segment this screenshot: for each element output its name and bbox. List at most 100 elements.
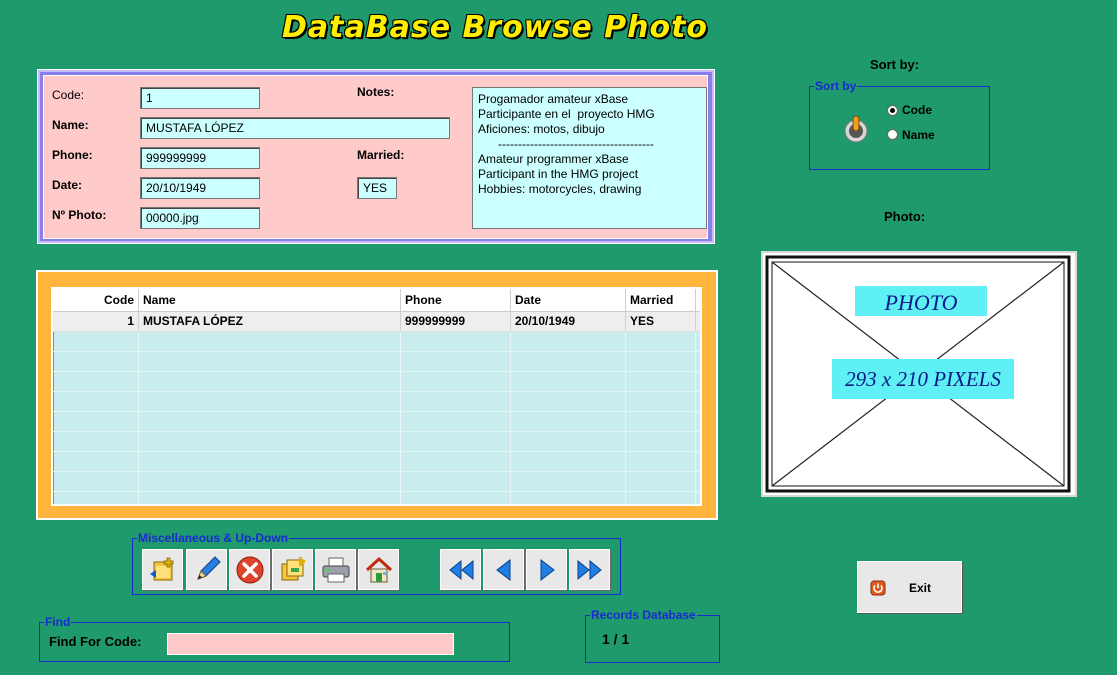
edit-button[interactable] [186, 549, 227, 590]
empty-cell [139, 432, 401, 451]
photo-number-field[interactable]: 00000.jpg [140, 207, 260, 229]
notes-line: Progamador amateur xBase [478, 92, 629, 106]
new-record-button[interactable] [142, 549, 183, 590]
empty-cell [626, 472, 696, 491]
photo-label-bottom: 293 x 210 PIXELS [845, 367, 1001, 391]
table-row[interactable]: 1 MUSTAFA LÓPEZ 999999999 20/10/1949 YES [53, 312, 700, 332]
empty-cell [401, 332, 511, 351]
sort-name-label[interactable]: Name [902, 128, 935, 142]
empty-cell [626, 372, 696, 391]
sort-code-label[interactable]: Code [902, 103, 932, 117]
empty-cell [511, 452, 626, 471]
sort-legend: Sort by [814, 79, 858, 93]
first-record-button[interactable] [440, 549, 481, 590]
name-label: Name: [52, 118, 89, 132]
record-panel: Code: 1 Name: MUSTAFA LÓPEZ Phone: 99999… [37, 69, 715, 244]
empty-cell [511, 492, 626, 504]
empty-row [53, 432, 700, 452]
sort-code-radio[interactable] [887, 105, 898, 116]
empty-cell [53, 392, 139, 411]
printer-icon [322, 557, 349, 582]
empty-cell [53, 412, 139, 431]
notes-line: Aficiones: motos, dibujo [478, 122, 605, 136]
sort-title: Sort by: [870, 57, 920, 72]
phone-field[interactable]: 999999999 [140, 147, 260, 169]
column-header-phone[interactable]: Phone [401, 289, 511, 311]
photo-number-label: Nº Photo: [52, 208, 107, 222]
empty-cell [401, 412, 511, 431]
cell-date: 20/10/1949 [511, 312, 626, 331]
empty-cell [139, 332, 401, 351]
empty-cell [53, 372, 139, 391]
next-record-button[interactable] [526, 549, 567, 590]
cell-name: MUSTAFA LÓPEZ [139, 312, 401, 331]
home-button[interactable] [358, 549, 399, 590]
sort-name-radio[interactable] [887, 129, 898, 140]
new-record-icon [149, 557, 173, 580]
empty-cell [53, 352, 139, 371]
photo-label-top: PHOTO [884, 290, 958, 315]
delete-button[interactable] [229, 549, 270, 590]
empty-row [53, 472, 700, 492]
print-button[interactable] [315, 549, 356, 590]
column-header-date[interactable]: Date [511, 289, 626, 311]
empty-row [53, 372, 700, 392]
cell-code: 1 [53, 312, 139, 331]
window-title: DataBase Browse Photo [282, 10, 709, 45]
date-field[interactable]: 20/10/1949 [140, 177, 260, 199]
empty-cell [53, 492, 139, 504]
column-header-name[interactable]: Name [139, 289, 401, 311]
last-record-icon [577, 559, 602, 580]
empty-row [53, 352, 700, 372]
married-field[interactable]: YES [357, 177, 397, 199]
empty-row [53, 412, 700, 432]
empty-cell [511, 352, 626, 371]
empty-cell [139, 412, 401, 431]
notes-line: Hobbies: motorcycles, drawing [478, 182, 642, 196]
records-legend: Records Database [590, 608, 697, 622]
empty-cell [626, 452, 696, 471]
name-field[interactable]: MUSTAFA LÓPEZ [140, 117, 450, 139]
empty-cell [511, 412, 626, 431]
empty-cell [401, 452, 511, 471]
empty-cell [139, 472, 401, 491]
phone-label: Phone: [52, 148, 93, 162]
empty-cell [401, 492, 511, 504]
empty-cell [511, 372, 626, 391]
column-header-married[interactable]: Married [626, 289, 696, 311]
find-label: Find For Code: [49, 634, 142, 649]
empty-cell [139, 392, 401, 411]
empty-cell [626, 392, 696, 411]
edit-pencil-icon [196, 555, 221, 580]
date-label: Date: [52, 178, 83, 192]
copy-record-button[interactable] [272, 549, 313, 590]
empty-cell [139, 452, 401, 471]
empty-cell [626, 412, 696, 431]
last-record-button[interactable] [569, 549, 610, 590]
find-group: Find Find For Code: [39, 615, 510, 662]
empty-row [53, 492, 700, 504]
empty-cell [139, 492, 401, 504]
empty-cell [626, 432, 696, 451]
toolbar-group: Miscellaneous & Up-Down [132, 531, 621, 595]
find-code-input[interactable] [167, 633, 454, 655]
code-label: Code: [52, 88, 85, 102]
empty-cell [401, 352, 511, 371]
notes-separator: --------------------------------------- [478, 137, 654, 151]
empty-cell [401, 372, 511, 391]
empty-cell [626, 332, 696, 351]
code-field[interactable]: 1 [140, 87, 260, 109]
empty-cell [511, 392, 626, 411]
records-grid[interactable]: Code Name Phone Date Married 1 MUSTAFA L… [51, 287, 702, 506]
empty-cell [511, 432, 626, 451]
column-header-code[interactable]: Code [53, 289, 139, 311]
notes-field[interactable]: Progamador amateur xBase Participante en… [472, 87, 707, 229]
empty-row [53, 452, 700, 472]
exit-button[interactable]: Exit [857, 561, 962, 613]
delete-icon [236, 556, 263, 583]
find-legend: Find [44, 615, 72, 629]
grid-panel: Code Name Phone Date Married 1 MUSTAFA L… [36, 270, 718, 520]
previous-record-button[interactable] [483, 549, 524, 590]
grid-header: Code Name Phone Date Married [53, 289, 700, 312]
power-icon [870, 580, 886, 596]
